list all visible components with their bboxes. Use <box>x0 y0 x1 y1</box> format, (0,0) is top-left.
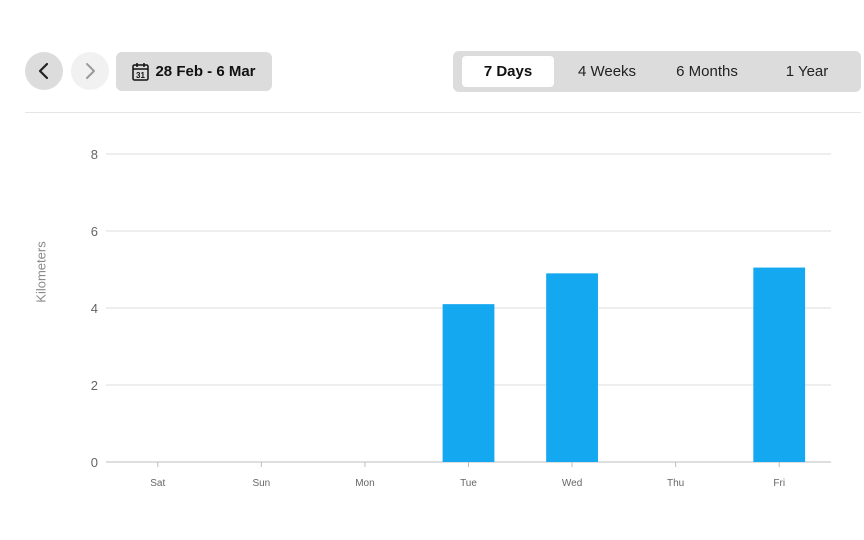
x-tick-label: Sat <box>150 478 165 489</box>
x-tick-label: Sun <box>252 478 270 489</box>
x-tick-label: Wed <box>562 478 582 489</box>
bar-chart: 0 2 4 6 8 Sat Sun Mon Tue Wed Thu Fri <box>91 147 831 489</box>
y-tick-label: 4 <box>91 301 98 316</box>
bar-wed <box>546 273 598 462</box>
y-tick-label: 0 <box>91 455 98 470</box>
x-tick-label: Tue <box>460 478 477 489</box>
bar-tue <box>442 304 495 462</box>
y-tick-label: 6 <box>91 224 98 239</box>
y-tick-label: 2 <box>91 378 98 393</box>
x-tick-label: Thu <box>667 478 684 489</box>
bar-fri <box>753 267 806 462</box>
x-tick-label: Fri <box>773 478 785 489</box>
x-tick-label: Mon <box>355 478 374 489</box>
y-tick-label: 8 <box>91 147 98 162</box>
